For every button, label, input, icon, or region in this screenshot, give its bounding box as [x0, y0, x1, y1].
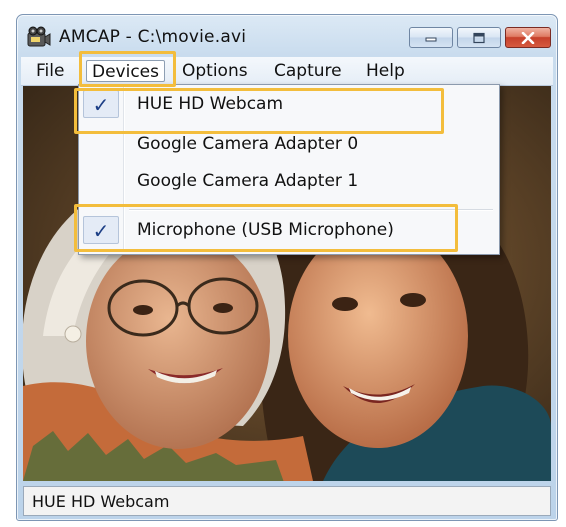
checkmark-icon: ✓ — [83, 90, 119, 118]
camera-app-icon — [27, 26, 51, 47]
device-item-label: Google Camera Adapter 0 — [137, 134, 359, 154]
menu-options[interactable]: Options — [177, 60, 253, 82]
menu-bar: File Devices Options Capture Help — [21, 57, 553, 86]
status-text: HUE HD Webcam — [32, 492, 170, 511]
minimize-button[interactable] — [409, 27, 453, 48]
device-item-hue-hd-webcam[interactable]: ✓ HUE HD Webcam — [81, 87, 497, 121]
window-title: AMCAP - C:\movie.avi — [59, 27, 247, 47]
maximize-button[interactable] — [457, 27, 501, 48]
status-bar: HUE HD Webcam — [23, 486, 551, 516]
title-bar[interactable]: AMCAP - C:\movie.avi — [17, 15, 557, 57]
minimize-icon — [425, 37, 437, 41]
menu-help[interactable]: Help — [361, 60, 410, 82]
device-item-label: Microphone (USB Microphone) — [137, 220, 394, 240]
device-item-microphone[interactable]: ✓ Microphone (USB Microphone) — [81, 213, 497, 247]
maximize-icon — [473, 32, 485, 43]
menu-capture[interactable]: Capture — [269, 60, 347, 82]
close-button[interactable] — [505, 27, 551, 48]
menu-file[interactable]: File — [31, 60, 69, 82]
device-item-google-camera-adapter-0[interactable]: Google Camera Adapter 0 — [81, 127, 497, 161]
menu-devices[interactable]: Devices — [86, 60, 165, 82]
device-item-google-camera-adapter-1[interactable]: Google Camera Adapter 1 — [81, 164, 497, 198]
device-item-label: HUE HD Webcam — [137, 94, 284, 114]
checkmark-icon: ✓ — [83, 216, 119, 244]
device-item-label: Google Camera Adapter 1 — [137, 171, 359, 191]
menu-separator — [129, 209, 493, 211]
close-icon — [521, 31, 535, 44]
devices-menu: ✓ HUE HD Webcam Google Camera Adapter 0 … — [78, 84, 500, 255]
